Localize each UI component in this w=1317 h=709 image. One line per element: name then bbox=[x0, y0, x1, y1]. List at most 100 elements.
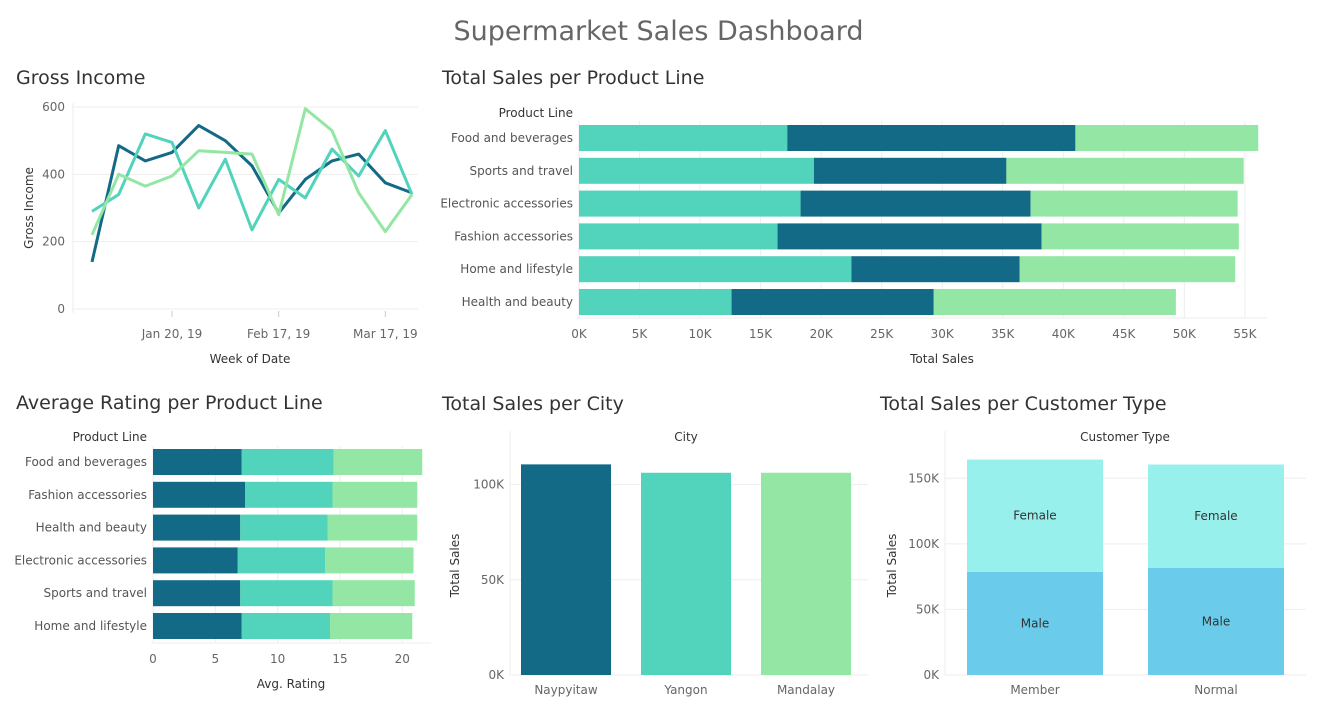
x-tick-label: 5K bbox=[632, 327, 649, 341]
x-tick-label: 35K bbox=[991, 327, 1015, 341]
bar-segment bbox=[777, 223, 1042, 250]
customer-type-sales-title: Total Sales per Customer Type bbox=[880, 393, 1167, 415]
category-label: Home and lifestyle bbox=[34, 619, 147, 633]
bar-segment bbox=[579, 223, 778, 250]
x-tick-label: 45K bbox=[1112, 327, 1136, 341]
x-tick-label: 50K bbox=[1173, 327, 1197, 341]
bar-segment bbox=[153, 547, 238, 574]
category-label: Naypyitaw bbox=[534, 683, 598, 697]
category-label: Normal bbox=[1194, 683, 1237, 697]
x-axis-title: Avg. Rating bbox=[257, 677, 326, 691]
x-tick-label: Mar 17, 19 bbox=[353, 327, 418, 341]
bar-segment bbox=[787, 125, 1076, 151]
bar-segment bbox=[579, 157, 814, 184]
bar-segment bbox=[153, 580, 241, 607]
category-label: Health and beauty bbox=[462, 295, 573, 309]
series-line bbox=[90, 107, 414, 236]
product-line-sales-title: Total Sales per Product Line bbox=[442, 67, 705, 89]
category-label: Fashion accessories bbox=[454, 229, 573, 243]
category-label: Member bbox=[1010, 683, 1059, 697]
y-axis-title: Gross Income bbox=[22, 167, 36, 249]
city-bar bbox=[641, 472, 731, 675]
bar-segment bbox=[1041, 223, 1239, 250]
bar-segment bbox=[153, 449, 242, 475]
x-tick-label: 10K bbox=[689, 327, 713, 341]
bar-segment bbox=[332, 481, 418, 508]
x-axis-title: Week of Date bbox=[210, 352, 291, 366]
x-tick-label: 0K bbox=[571, 327, 588, 341]
bar-segment bbox=[933, 289, 1176, 315]
x-tick-label: 25K bbox=[870, 327, 894, 341]
bar-segment bbox=[330, 613, 413, 639]
category-header: Product Line bbox=[499, 106, 573, 120]
y-tick-label: 0K bbox=[488, 668, 505, 682]
y-axis-title: Total Sales bbox=[448, 534, 462, 599]
category-label: Food and beverages bbox=[451, 131, 573, 145]
gross-income-title: Gross Income bbox=[16, 67, 146, 89]
segment-label: Female bbox=[1194, 509, 1237, 523]
bar-segment bbox=[240, 580, 333, 607]
bar-segment bbox=[1019, 256, 1236, 283]
y-tick-label: 50K bbox=[481, 573, 505, 587]
category-label: Health and beauty bbox=[36, 521, 147, 535]
bar-segment bbox=[241, 449, 334, 475]
category-label: Sports and travel bbox=[44, 586, 147, 600]
category-header: Customer Type bbox=[1080, 430, 1170, 444]
city-bar bbox=[521, 464, 611, 675]
segment-label: Male bbox=[1021, 616, 1049, 630]
series-line bbox=[91, 129, 414, 232]
category-label: Electronic accessories bbox=[14, 553, 147, 567]
customer-type-sales-chart: 0K 50K 100K 150K Customer Type Total Sales Mal… bbox=[885, 430, 1306, 697]
city-sales-chart: 0K 50K 100K City Total Sales Naypyitaw Yangon M… bbox=[448, 430, 868, 697]
x-tick-label: 20K bbox=[810, 327, 834, 341]
bar-segment bbox=[851, 256, 1020, 283]
bar-segment bbox=[327, 514, 418, 541]
x-tick-label: 40K bbox=[1052, 327, 1076, 341]
bar-segment bbox=[813, 157, 1007, 184]
x-tick-label: Feb 17, 19 bbox=[247, 327, 310, 341]
gross-income-chart: 0 200 400 600 Jan 20, 19 Feb 17, 19 Mar 17, 19… bbox=[22, 100, 418, 366]
bar-segment bbox=[579, 190, 801, 217]
y-tick-label: 50K bbox=[916, 602, 940, 616]
y-tick-label: 400 bbox=[42, 167, 65, 181]
avg-rating-title: Average Rating per Product Line bbox=[16, 392, 323, 414]
y-tick-label: 150K bbox=[908, 471, 940, 485]
y-tick-label: 600 bbox=[42, 100, 65, 114]
y-tick-label: 0K bbox=[923, 668, 940, 682]
bar-segment bbox=[1075, 125, 1259, 151]
x-tick-label: 10 bbox=[270, 652, 285, 666]
category-label: Home and lifestyle bbox=[460, 262, 573, 276]
bar-segment bbox=[153, 481, 246, 508]
y-tick-label: 100K bbox=[473, 478, 505, 492]
bar-segment bbox=[731, 289, 934, 315]
bar-segment bbox=[579, 125, 788, 151]
category-label: Sports and travel bbox=[470, 164, 573, 178]
bar-segment bbox=[1030, 190, 1238, 217]
y-axis-title: Total Sales bbox=[885, 534, 899, 599]
x-tick-label: Jan 20, 19 bbox=[141, 327, 202, 341]
y-tick-label: 100K bbox=[908, 537, 940, 551]
category-label: Fashion accessories bbox=[28, 488, 147, 502]
x-tick-label: 0 bbox=[149, 652, 157, 666]
x-tick-label: 20 bbox=[395, 652, 410, 666]
category-label: Electronic accessories bbox=[440, 197, 573, 211]
x-tick-label: 15K bbox=[749, 327, 773, 341]
category-label: Mandalay bbox=[777, 683, 835, 697]
y-tick-label: 200 bbox=[42, 235, 65, 249]
bar-segment bbox=[800, 190, 1031, 217]
bar-segment bbox=[240, 514, 328, 541]
bar-segment bbox=[153, 514, 241, 541]
category-header: City bbox=[674, 430, 698, 444]
bar-segment bbox=[237, 547, 326, 574]
bar-segment bbox=[579, 289, 732, 315]
category-label: Yangon bbox=[663, 683, 707, 697]
bar-segment bbox=[245, 481, 333, 508]
segment-label: Male bbox=[1202, 614, 1230, 628]
bar-segment bbox=[241, 613, 331, 639]
bar-segment bbox=[1006, 157, 1244, 184]
y-tick-label: 0 bbox=[57, 302, 65, 316]
city-sales-title: Total Sales per City bbox=[442, 393, 624, 415]
bar-segment bbox=[332, 580, 415, 607]
x-tick-label: 15 bbox=[332, 652, 347, 666]
city-bar bbox=[761, 472, 851, 675]
